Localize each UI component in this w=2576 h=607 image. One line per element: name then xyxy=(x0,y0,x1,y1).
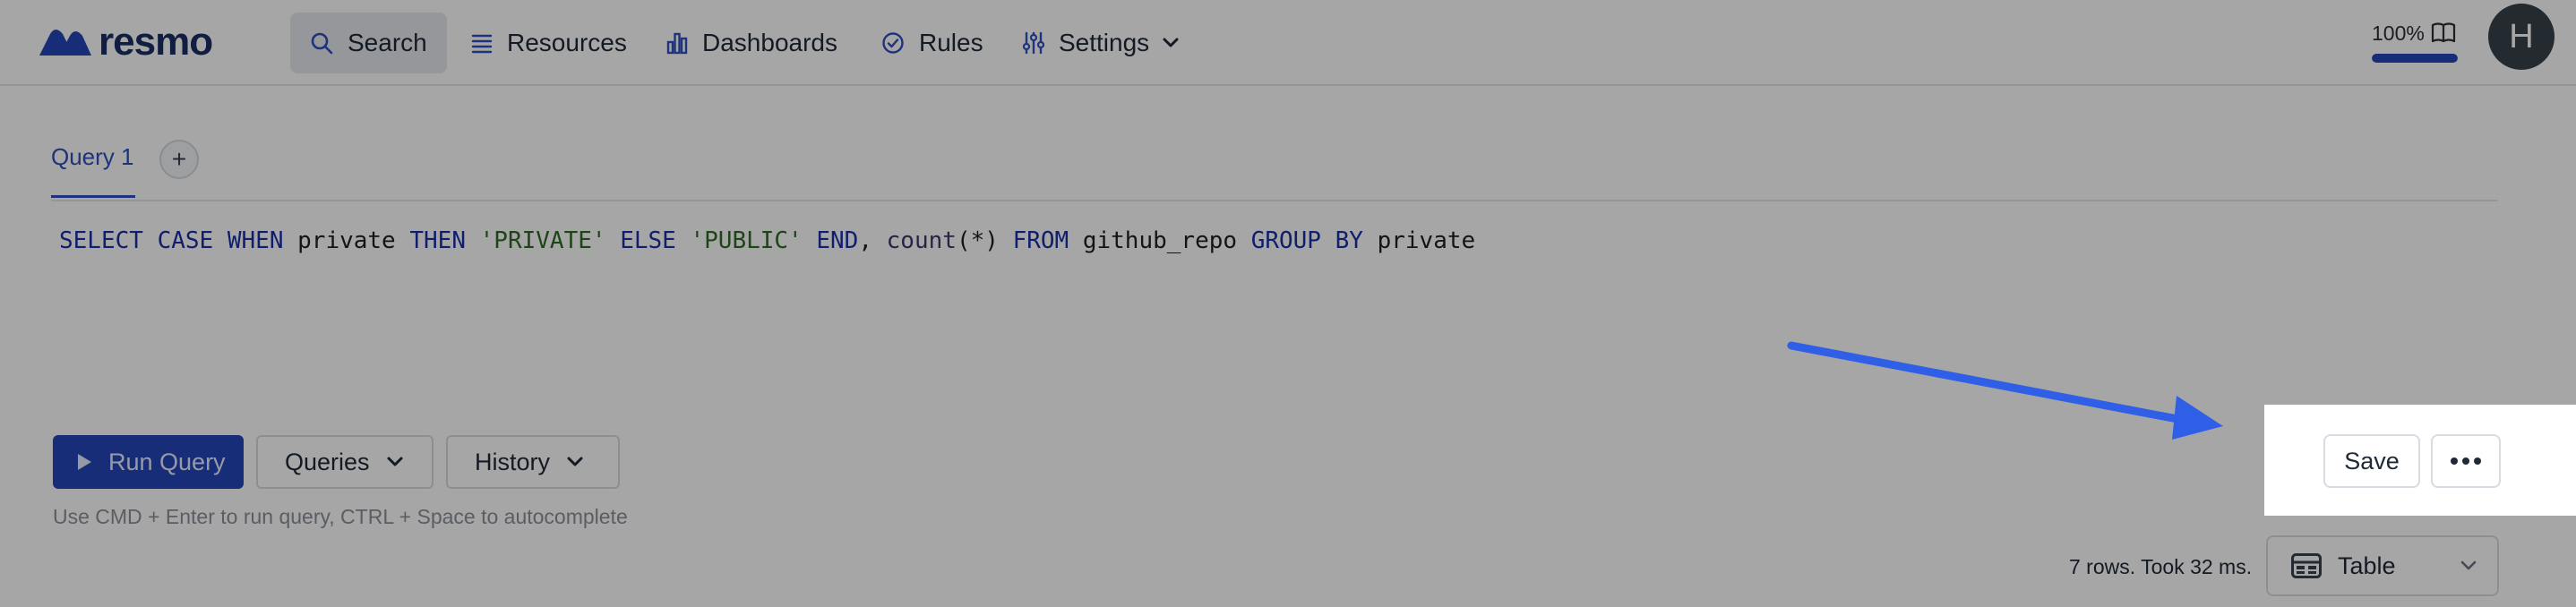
check-circle-icon xyxy=(882,32,904,54)
nav-rules[interactable]: Rules xyxy=(862,13,1003,73)
tab-query-1[interactable]: Query 1 xyxy=(51,143,134,171)
add-tab-button[interactable]: + xyxy=(159,140,199,179)
sql-token-text xyxy=(1321,227,1335,254)
list-icon xyxy=(471,34,493,54)
sql-token-text xyxy=(606,227,621,254)
sql-token-text xyxy=(213,227,228,254)
sql-token-text: private xyxy=(1362,227,1476,254)
nav-settings[interactable]: Settings xyxy=(1003,13,1199,73)
sql-token-text: , xyxy=(858,227,887,254)
sql-token-kw: WHEN xyxy=(227,227,284,254)
search-icon xyxy=(311,32,333,55)
resmo-logo-icon xyxy=(39,30,91,56)
table-icon xyxy=(2291,553,2322,578)
sql-token-kw: SELECT xyxy=(59,227,143,254)
chevron-down-icon xyxy=(567,457,583,466)
sql-token-fn: count xyxy=(886,227,957,254)
sql-editor[interactable]: SELECT CASE WHEN private THEN 'PRIVATE' … xyxy=(59,227,1475,254)
nav-resources[interactable]: Resources xyxy=(451,13,647,73)
sql-token-kw: CASE xyxy=(157,227,214,254)
sql-token-text xyxy=(466,227,480,254)
view-mode-select[interactable]: Table xyxy=(2266,535,2499,596)
run-query-button[interactable]: Run Query xyxy=(53,435,244,489)
nav-rules-label: Rules xyxy=(919,29,983,56)
brand-name: resmo xyxy=(99,20,213,64)
save-button[interactable]: Save xyxy=(2323,434,2420,488)
sql-token-text: private xyxy=(283,227,410,254)
sql-token-text: github_repo xyxy=(1069,227,1251,254)
top-nav: resmo Search Resources Dashboards Rules … xyxy=(0,0,2576,86)
progress-bar xyxy=(2372,54,2458,63)
nav-search[interactable]: Search xyxy=(290,13,447,73)
history-label: History xyxy=(475,448,551,475)
sql-token-text xyxy=(676,227,691,254)
chevron-down-icon xyxy=(387,457,403,466)
active-tab-indicator xyxy=(51,195,135,198)
sql-token-text xyxy=(143,227,158,254)
chevron-down-icon xyxy=(1163,38,1179,47)
sql-token-str: 'PRIVATE' xyxy=(479,227,606,254)
nav-search-label: Search xyxy=(348,29,427,56)
progress-bar-fill xyxy=(2372,54,2458,63)
editor-hint: Use CMD + Enter to run query, CTRL + Spa… xyxy=(53,505,628,528)
sql-token-text: (*) xyxy=(956,227,1013,254)
queries-dropdown[interactable]: Queries xyxy=(256,435,434,489)
more-options-button[interactable] xyxy=(2431,434,2501,488)
tab-divider xyxy=(51,200,2498,201)
sql-token-kw: BY xyxy=(1335,227,1363,254)
brand-logo[interactable]: resmo xyxy=(38,20,213,64)
sql-token-kw: THEN xyxy=(409,227,466,254)
result-meta: 7 rows. Took 32 ms. xyxy=(2069,555,2253,578)
sql-token-kw: FROM xyxy=(1012,227,1069,254)
sliders-icon xyxy=(1023,31,1044,55)
play-icon xyxy=(78,454,91,470)
run-query-label: Run Query xyxy=(108,448,226,475)
history-dropdown[interactable]: History xyxy=(446,435,620,489)
sql-token-text xyxy=(803,227,817,254)
nav-resources-label: Resources xyxy=(507,29,627,56)
nav-dashboards-label: Dashboards xyxy=(702,29,837,56)
avatar[interactable]: H xyxy=(2488,4,2555,70)
nav-dashboards[interactable]: Dashboards xyxy=(647,13,857,73)
view-mode-label: Table xyxy=(2338,551,2396,579)
more-dots-icon xyxy=(2451,457,2481,465)
highlight-spotlight xyxy=(2264,405,2576,516)
progress-label: 100% xyxy=(2372,21,2425,45)
nav-settings-label: Settings xyxy=(1059,29,1150,56)
sql-token-kw: GROUP xyxy=(1250,227,1321,254)
bar-chart-icon xyxy=(666,32,688,55)
sql-token-str: 'PUBLIC' xyxy=(690,227,803,254)
book-icon[interactable] xyxy=(2431,21,2456,45)
sql-token-kw: END xyxy=(816,227,859,254)
sql-token-kw: ELSE xyxy=(620,227,676,254)
queries-label: Queries xyxy=(285,448,370,475)
chevron-down-icon xyxy=(2460,560,2477,570)
